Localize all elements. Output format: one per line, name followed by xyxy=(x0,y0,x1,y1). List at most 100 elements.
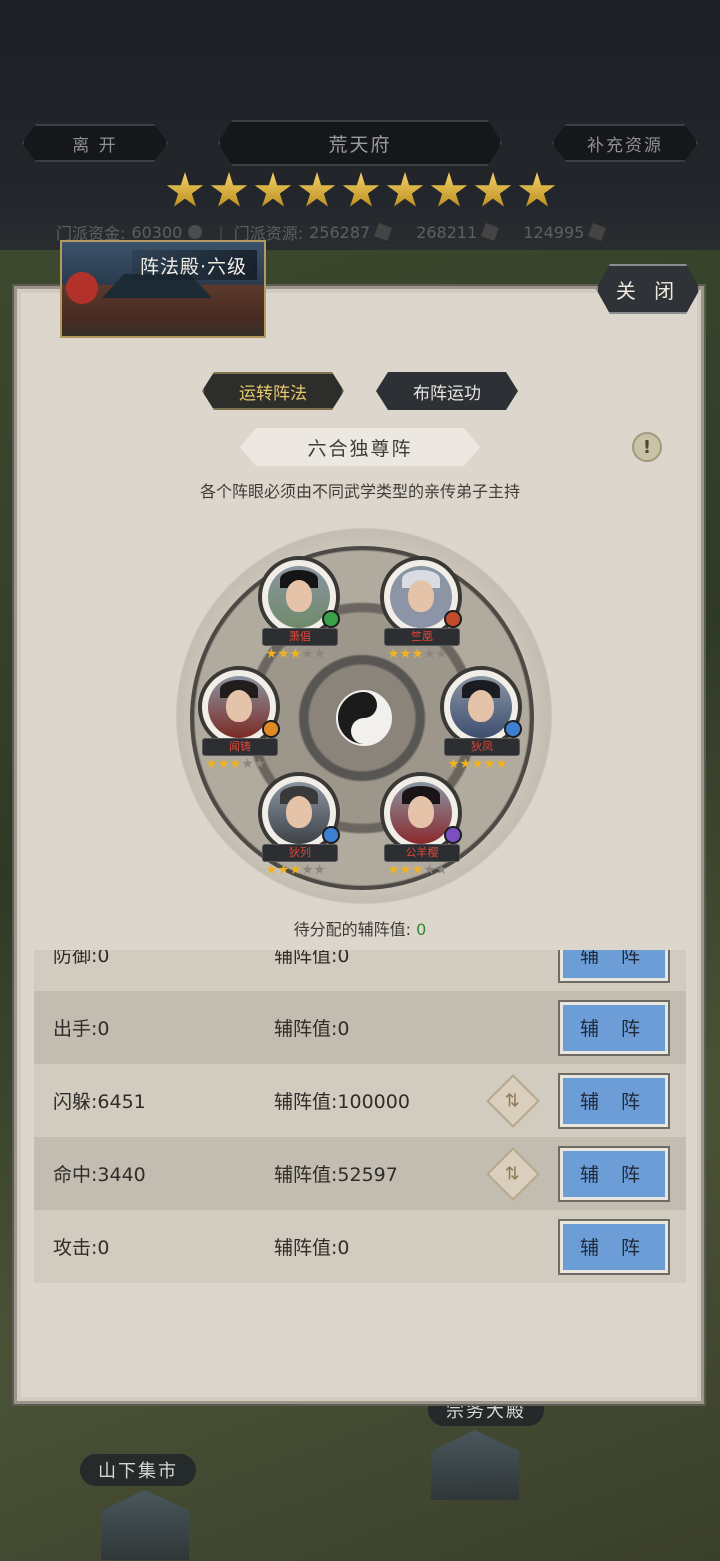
star-icon xyxy=(302,864,313,875)
disciple-stars xyxy=(206,758,265,770)
aux-text: 辅阵值:0 xyxy=(274,950,350,968)
star-icon xyxy=(254,172,292,207)
star-icon xyxy=(266,648,277,659)
map-building xyxy=(101,1490,189,1560)
stat-label: 攻击: xyxy=(53,1237,98,1259)
star-icon xyxy=(290,864,301,875)
disciple-slot[interactable]: 竺凰 xyxy=(376,556,466,666)
stat-row: 攻击:0 辅阵值:0 辅 阵 xyxy=(34,1210,686,1283)
disciple-stars xyxy=(266,648,325,660)
material-icon xyxy=(481,223,500,241)
resource-value-3: 124995 xyxy=(523,222,585,242)
aux-label: 辅阵值: xyxy=(274,1091,338,1113)
stat-label: 命中: xyxy=(53,1164,98,1186)
weapon-type-icon xyxy=(444,826,462,844)
star-icon xyxy=(302,648,313,659)
disciple-slot[interactable]: 狄列 xyxy=(254,772,344,882)
aux-value: 0 xyxy=(337,1018,350,1040)
resource-value-2: 268211 xyxy=(416,222,478,242)
disciple-slot[interactable]: 狄凤 xyxy=(436,666,526,776)
disciple-name: 公羊樱 xyxy=(384,844,460,862)
star-icon xyxy=(518,172,556,207)
star-icon xyxy=(460,758,471,769)
aux-text: 辅阵值:52597 xyxy=(274,1160,398,1187)
coin-icon xyxy=(188,225,203,239)
stat-text: 命中:3440 xyxy=(53,1160,146,1187)
stat-row: 命中:3440 辅阵值:52597 ⇅ 辅 阵 xyxy=(34,1137,686,1210)
exchange-glyph: ⇅ xyxy=(505,1090,521,1111)
stat-value: 6451 xyxy=(97,1091,146,1113)
sect-funds-value: 60300 xyxy=(131,222,183,242)
disciple-name: 竺凰 xyxy=(384,628,460,646)
disciple-face xyxy=(408,796,434,828)
aux-text: 辅阵值:0 xyxy=(274,1233,350,1260)
star-icon xyxy=(388,864,399,875)
disciple-face xyxy=(468,690,494,722)
stat-value: 0 xyxy=(97,950,110,967)
star-icon xyxy=(436,648,447,659)
material-icon xyxy=(588,223,607,241)
star-icon xyxy=(448,758,459,769)
disciple-stars xyxy=(448,758,507,770)
location-title: 荒天府 xyxy=(218,120,502,166)
disciple-slot[interactable]: 公羊樱 xyxy=(376,772,466,882)
disciple-slot[interactable]: 萧倡 xyxy=(254,556,344,666)
disciple-name: 萧倡 xyxy=(262,628,338,646)
aux-value: 0 xyxy=(337,950,350,967)
star-icon xyxy=(314,648,325,659)
stat-value: 0 xyxy=(97,1237,110,1259)
disciple-name: 狄列 xyxy=(262,844,338,862)
banner-tree xyxy=(66,272,98,304)
exchange-icon[interactable]: ⇅ xyxy=(486,1146,540,1201)
assist-button[interactable]: 辅 阵 xyxy=(558,1072,670,1129)
tab-arrange-formation[interactable]: 布阵运功 xyxy=(376,372,518,410)
exchange-icon[interactable]: ⇅ xyxy=(486,1073,540,1128)
resource-value-1: 256287 xyxy=(309,222,371,242)
leave-button[interactable]: 离 开 xyxy=(22,124,168,162)
market-map-label[interactable]: 山下集市 xyxy=(80,1454,196,1486)
stat-value: 3440 xyxy=(97,1164,146,1186)
assist-button[interactable]: 辅 阵 xyxy=(558,1145,670,1202)
top-bar: 离 开 荒天府 补充资源 门派资金: 60300 | 门派资源: 256287 … xyxy=(0,0,720,250)
weapon-type-icon xyxy=(444,610,462,628)
star-icon xyxy=(484,758,495,769)
material-icon xyxy=(374,223,393,241)
star-icon xyxy=(436,864,447,875)
star-icon xyxy=(206,758,217,769)
stat-text: 攻击:0 xyxy=(53,1233,110,1260)
formation-name: 六合独尊阵 xyxy=(240,428,480,466)
star-icon xyxy=(472,758,483,769)
star-icon xyxy=(342,172,380,207)
assist-button[interactable]: 辅 阵 xyxy=(558,950,670,983)
sect-rating-stars xyxy=(166,172,556,212)
info-icon[interactable]: ! xyxy=(632,432,662,462)
disciple-face xyxy=(408,580,434,612)
aux-value: 52597 xyxy=(337,1164,398,1186)
star-icon xyxy=(474,172,512,207)
close-button[interactable]: 关 闭 xyxy=(596,264,700,314)
star-icon xyxy=(278,648,289,659)
assist-button[interactable]: 辅 阵 xyxy=(558,999,670,1056)
stat-text: 防御:0 xyxy=(53,950,110,968)
tab-run-formation[interactable]: 运转阵法 xyxy=(202,372,344,410)
star-icon xyxy=(218,758,229,769)
yin-yang-icon xyxy=(336,690,392,746)
disciple-name: 狄凤 xyxy=(444,738,520,756)
disciple-slot[interactable]: 闻铸 xyxy=(194,666,284,776)
stat-row: 闪躲:6451 辅阵值:100000 ⇅ 辅 阵 xyxy=(34,1064,686,1137)
stat-text: 闪躲:6451 xyxy=(53,1087,146,1114)
exchange-glyph: ⇅ xyxy=(505,1163,521,1184)
star-icon xyxy=(290,648,301,659)
star-icon xyxy=(314,864,325,875)
stat-text: 出手:0 xyxy=(53,1014,110,1041)
star-icon xyxy=(254,758,265,769)
aux-text: 辅阵值:0 xyxy=(274,1014,350,1041)
assist-button[interactable]: 辅 阵 xyxy=(558,1218,670,1275)
aux-label: 辅阵值: xyxy=(274,1164,338,1186)
aux-text: 辅阵值:100000 xyxy=(274,1087,410,1114)
aux-label: 辅阵值: xyxy=(274,1018,338,1040)
pending-label: 待分配的辅阵值: xyxy=(293,920,412,939)
stat-label: 出手: xyxy=(53,1018,98,1040)
star-icon xyxy=(298,172,336,207)
supply-resources-button[interactable]: 补充资源 xyxy=(552,124,698,162)
